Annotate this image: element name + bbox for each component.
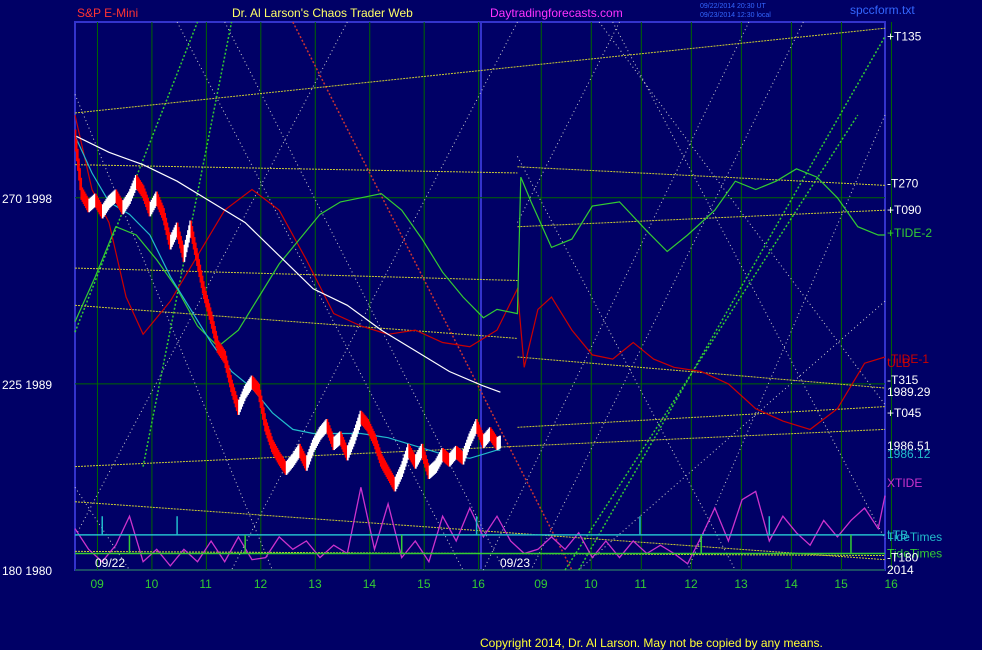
lattice-line (176, 21, 464, 571)
trend-line (74, 267, 518, 281)
right-label: 1986.12 (887, 447, 931, 461)
x-tick-label: 14 (363, 577, 377, 591)
x-tick-label: 13 (308, 577, 322, 591)
x-tick-label: 11 (634, 577, 647, 591)
x-tick-label: 09 (534, 577, 548, 591)
x-tick-label: 09 (90, 577, 104, 591)
copyright: Copyright 2014, Dr. Al Larson. May not b… (480, 636, 823, 650)
lattice-line (516, 21, 620, 223)
x-tick-label: 12 (254, 577, 268, 591)
lattice-line (687, 114, 886, 571)
site-link[interactable]: Daytradingforecasts.com (490, 6, 623, 20)
x-tick-label: 14 (784, 577, 798, 591)
right-label: +T135 (887, 29, 922, 43)
timestamp-ut: 09/22/2014 20:30 UT (700, 3, 766, 10)
right-label: XTIDE (887, 476, 922, 490)
green-time-line (564, 114, 859, 571)
timestamp-local: 09/23/2014 12:30 local (700, 12, 771, 19)
chart-title: Dr. Al Larson's Chaos Trader Web (232, 6, 413, 20)
lattice-line (516, 156, 736, 571)
time-gridlines (75, 22, 892, 571)
x-tick-label: 15 (417, 577, 431, 591)
x-tick-label: 15 (834, 577, 848, 591)
right-label: +TIDE-2 (887, 226, 932, 240)
right-label: 1989.29 (887, 385, 931, 399)
y-tick-label: 270 1998 (2, 192, 52, 206)
trend-line (517, 209, 886, 228)
right-label: +T090 (887, 203, 922, 217)
x-tick-label: 10 (584, 577, 598, 591)
x-tick-label: 11 (199, 577, 212, 591)
lattice-line (231, 21, 518, 571)
green-time-line (578, 36, 886, 571)
x-tick-label: 16 (884, 577, 898, 591)
y-tick-label: 180 1980 (2, 564, 52, 578)
right-label: TideTimes (887, 530, 942, 544)
white-average-series (74, 135, 501, 393)
x-tick-label: 12 (684, 577, 698, 591)
lattice-line (482, 21, 750, 571)
right-label: -T270 (887, 176, 919, 190)
trend-line (517, 166, 886, 186)
price-chart: 09 10 11 12 13 14 15 16 09 10 11 12 13 14 15 16 270 1998… (2, 3, 942, 650)
right-labels: +T135-T270+T090+TIDE-2-TIDE-1ULB-T315198… (887, 29, 942, 577)
lattice-line (612, 21, 886, 540)
right-label: +T045 (887, 406, 922, 420)
lattice-line (74, 94, 273, 571)
right-label: 2014 (887, 563, 914, 577)
y-tick-label: 225 1989 (2, 378, 52, 392)
data-file-name: spccform.txt (850, 3, 915, 17)
trend-line (517, 356, 886, 389)
trend-line (74, 164, 518, 174)
date-label-1: 09/22 (95, 556, 125, 570)
chart-symbol: S&P E-Mini (77, 6, 138, 20)
red-time-line (292, 21, 573, 571)
x-tick-label: 13 (734, 577, 748, 591)
lattice-line (530, 21, 804, 571)
right-label: ULB (887, 356, 910, 370)
x-tick-label: 10 (145, 577, 159, 591)
date-label-2: 09/23 (500, 556, 530, 570)
x-tick-label: 16 (472, 577, 486, 591)
trend-line (517, 406, 886, 428)
lattice-line (598, 21, 886, 405)
